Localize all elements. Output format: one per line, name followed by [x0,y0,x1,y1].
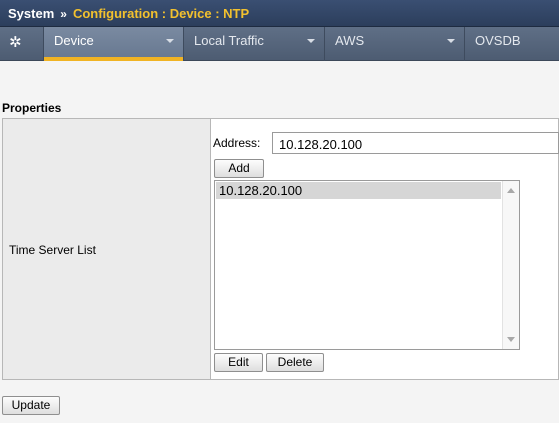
scroll-up-arrow-icon[interactable] [507,188,515,193]
chevron-down-icon [447,39,455,43]
breadcrumb[interactable]: Configuration : Device : NTP [73,6,249,21]
time-server-list-label: Time Server List [9,243,96,257]
breadcrumb-separator: » [60,7,67,21]
tab-bar: ✲ Device Local Traffic AWS OVSDB [0,27,559,61]
row-label-cell: Time Server List [3,119,211,379]
add-button[interactable]: Add [214,159,264,178]
address-label: Address: [213,136,261,150]
title-bar: System » Configuration : Device : NTP [0,0,559,27]
time-server-listbox[interactable]: 10.128.20.100 [214,180,520,350]
tab-local-traffic[interactable]: Local Traffic [184,27,325,61]
listbox-scrollbar[interactable] [502,181,519,349]
system-label[interactable]: System [8,6,54,21]
main-content: Properties Time Server List Address: Add… [0,61,559,423]
section-title: Properties [2,101,62,115]
tab-ovsdb[interactable]: OVSDB [465,27,559,61]
address-input[interactable] [272,132,559,154]
delete-button[interactable]: Delete [266,353,324,372]
scroll-down-arrow-icon[interactable] [507,337,515,342]
chevron-down-icon [166,39,174,43]
edit-button[interactable]: Edit [214,353,263,372]
tab-label: Device [54,33,94,48]
tab-label: Local Traffic [194,33,264,48]
gear-menu-button[interactable]: ✲ [0,27,44,61]
tab-aws[interactable]: AWS [325,27,465,61]
list-item[interactable]: 10.128.20.100 [216,182,501,199]
update-button[interactable]: Update [2,396,60,415]
tab-label: OVSDB [475,33,521,48]
tab-label: AWS [335,33,365,48]
chevron-down-icon [307,39,315,43]
tab-device[interactable]: Device [44,27,184,61]
gear-icon: ✲ [9,34,22,51]
